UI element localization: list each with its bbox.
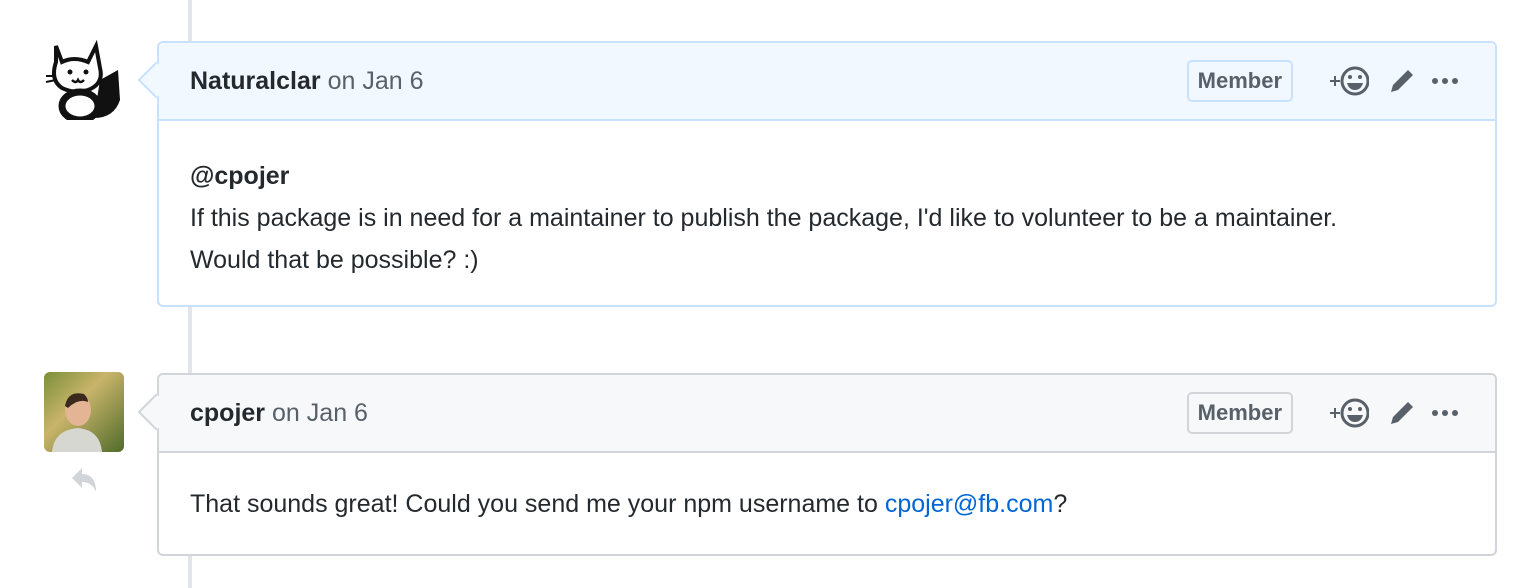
- comment-text: That sounds great! Could you send me you…: [190, 490, 885, 518]
- comment-naturalclar: Naturalclar on Jan 6 Member @cpojer If t…: [137, 41, 1497, 307]
- comment-line: Would that be possible? :): [190, 246, 479, 274]
- comment-header: Naturalclar on Jan 6 Member: [137, 43, 1495, 121]
- member-badge: Member: [1186, 60, 1293, 102]
- comment-text: ?: [1053, 490, 1068, 518]
- cat-avatar-icon: [45, 40, 120, 120]
- person-photo-icon: [52, 393, 102, 452]
- reply-icon[interactable]: [70, 466, 100, 499]
- author-link[interactable]: cpojer: [190, 399, 265, 428]
- avatar-naturalclar[interactable]: [44, 40, 124, 120]
- author-link[interactable]: Naturalclar: [190, 67, 321, 96]
- edit-pencil-icon[interactable]: [1387, 398, 1417, 428]
- email-link[interactable]: cpojer@fb.com: [885, 490, 1054, 518]
- comment-date[interactable]: on Jan 6: [328, 67, 424, 96]
- avatar-cpojer[interactable]: [44, 372, 124, 452]
- edit-pencil-icon[interactable]: [1387, 66, 1417, 96]
- comment-pointer: [137, 393, 175, 431]
- member-badge: Member: [1186, 392, 1293, 434]
- more-options-icon[interactable]: [1431, 77, 1459, 85]
- user-mention[interactable]: @cpojer: [190, 155, 1464, 197]
- comment-date[interactable]: on Jan 6: [272, 399, 368, 428]
- comment-pointer: [137, 61, 175, 99]
- comment-cpojer: cpojer on Jan 6 Member That sounds great…: [137, 373, 1497, 559]
- add-reaction-icon[interactable]: [1329, 396, 1369, 430]
- comment-header: cpojer on Jan 6 Member: [137, 375, 1495, 453]
- add-reaction-icon[interactable]: [1329, 64, 1369, 98]
- comment-body: @cpojer If this package is in need for a…: [159, 121, 1495, 315]
- comment-line: If this package is in need for a maintai…: [190, 204, 1338, 232]
- more-options-icon[interactable]: [1431, 409, 1459, 417]
- comment-body: That sounds great! Could you send me you…: [159, 453, 1495, 559]
